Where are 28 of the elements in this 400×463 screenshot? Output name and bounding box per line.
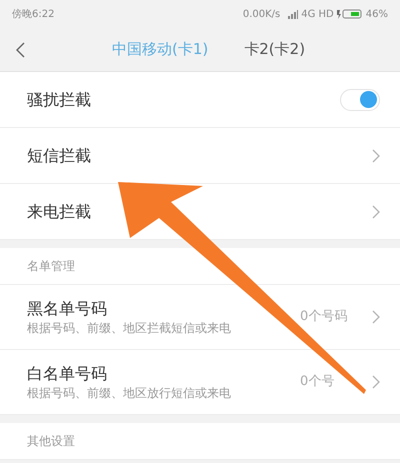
settings-row[interactable]: 白名单号码 根据号码、前缀、地区放行短信或来电 0个号	[0, 350, 400, 415]
section-header: 名单管理	[27, 258, 75, 275]
network-speed: 0.00K/s	[242, 8, 280, 22]
network-type: 4G HD	[301, 8, 334, 22]
row-subtitle: 根据号码、前缀、地区拦截短信或来电	[27, 320, 232, 336]
chevron-right-icon	[372, 310, 380, 324]
status-time: 傍晚6:22	[12, 8, 54, 22]
chevron-right-icon	[372, 375, 380, 389]
row-value: 0个号	[300, 373, 336, 392]
row-value: 0个号码	[300, 308, 348, 326]
sim-tab[interactable]: 卡2(卡2)	[244, 38, 306, 61]
settings-row[interactable]: 黑名单号码 根据号码、前缀、地区拦截短信或来电 0个号码	[0, 285, 400, 350]
chevron-right-icon	[372, 204, 380, 218]
row-title: 白名单号码	[27, 363, 108, 385]
signal-icon	[288, 10, 298, 18]
row-title: 黑名单号码	[27, 298, 108, 320]
settings-row[interactable]: 骚扰拦截	[0, 72, 400, 128]
row-title: 短信拦截	[27, 144, 92, 166]
settings-row[interactable]: 短信拦截	[0, 128, 400, 184]
battery-percent: 46%	[366, 8, 388, 22]
toggle-switch[interactable]	[340, 88, 380, 110]
chevron-right-icon	[372, 148, 380, 162]
row-subtitle: 根据号码、前缀、地区放行短信或来电	[27, 385, 232, 401]
battery-icon	[336, 9, 363, 19]
back-icon[interactable]	[16, 42, 25, 58]
row-title: 来电拦截	[27, 200, 92, 222]
section-header: 其他设置	[27, 433, 75, 450]
row-title: 骚扰拦截	[27, 88, 92, 110]
